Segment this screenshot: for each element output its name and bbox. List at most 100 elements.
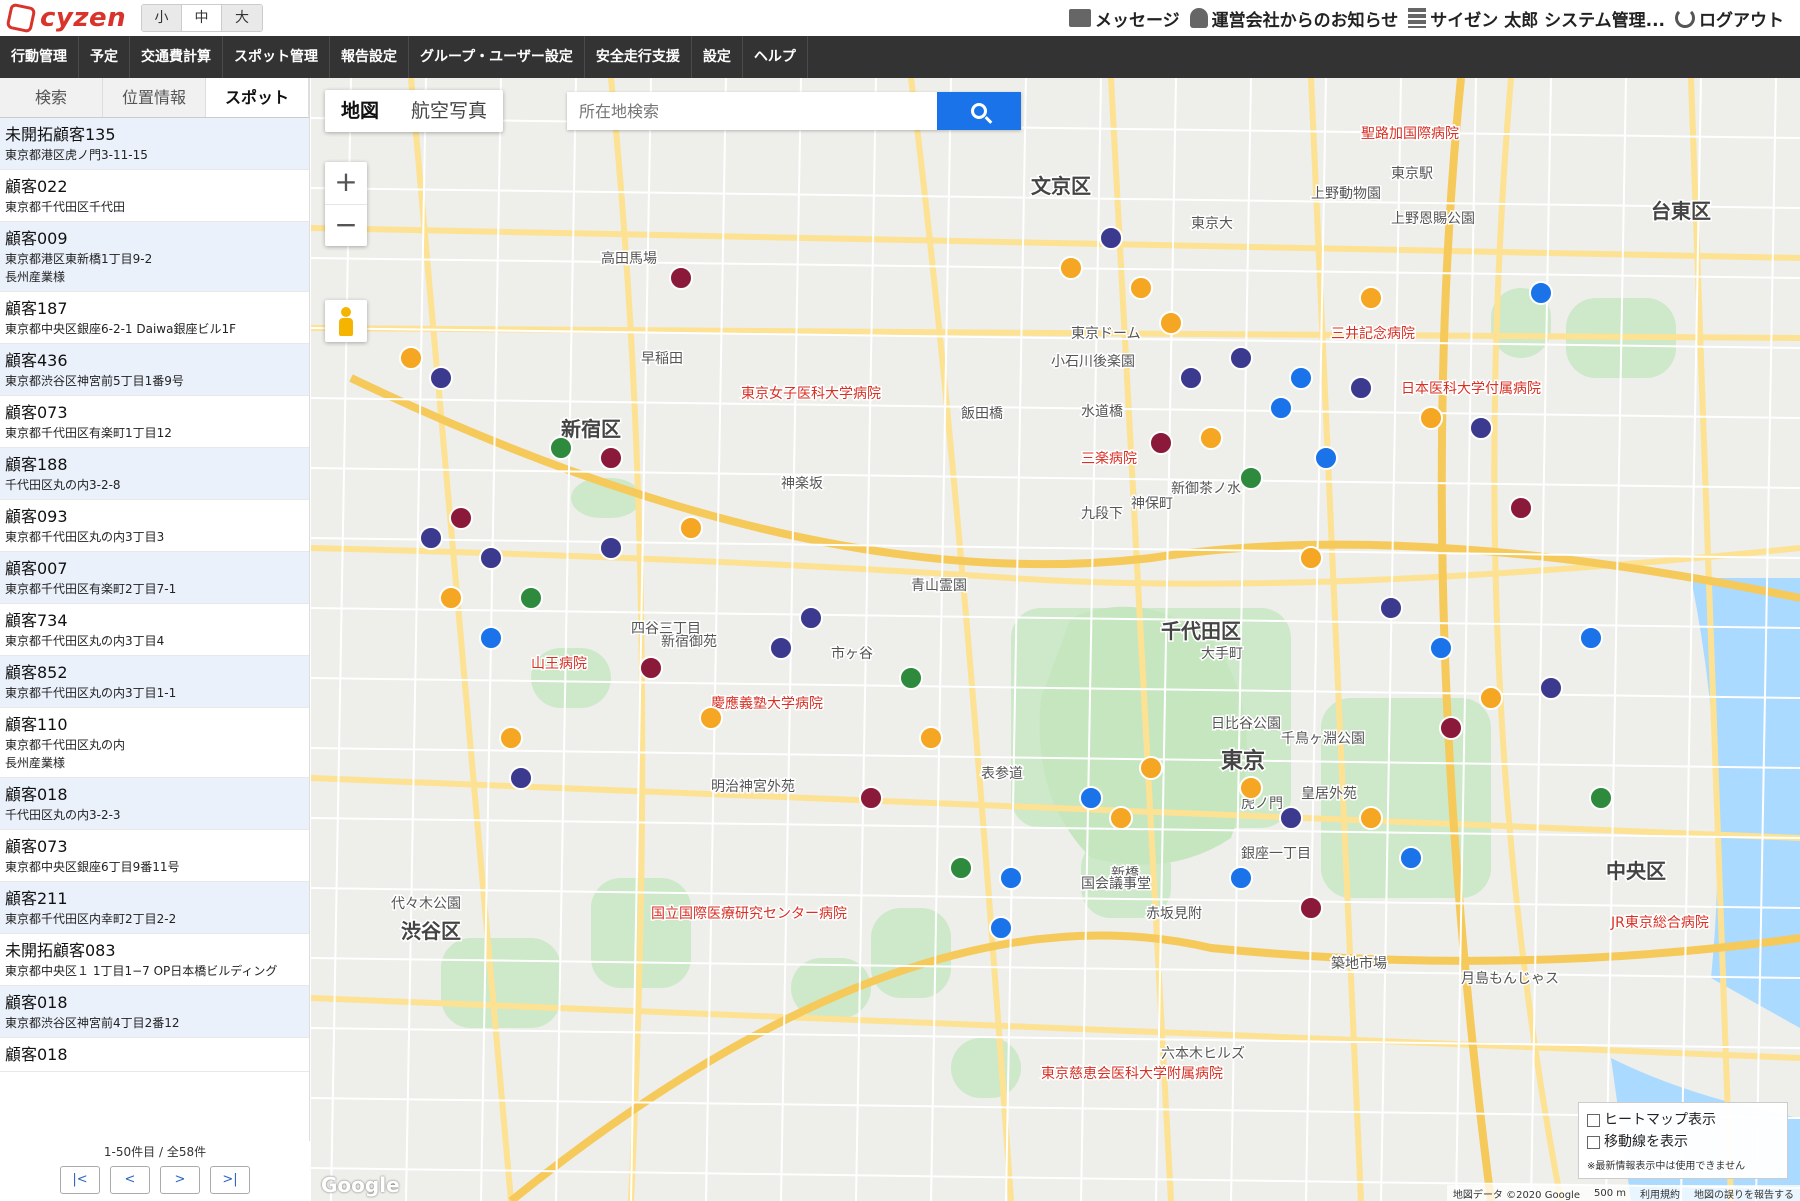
list-item[interactable]: 顧客009 東京都港区東新橋1丁目9-2 長州産業様	[0, 222, 309, 292]
heatmap-option[interactable]: ヒートマップ表示	[1587, 1109, 1779, 1131]
pager-next-button[interactable]: >	[160, 1166, 200, 1194]
list-item[interactable]: 顧客436 東京都渋谷区神宮前5丁目1番9号	[0, 344, 309, 396]
heatmap-checkbox[interactable]	[1587, 1113, 1600, 1127]
map-place-label: 築地市場	[1331, 955, 1387, 972]
spot-marker-icon	[1349, 376, 1373, 400]
message-link[interactable]: メッセージ	[1068, 6, 1180, 31]
spot-address: 東京都千代田区千代田	[5, 200, 126, 214]
address-search	[567, 92, 1021, 130]
user-menu[interactable]: サイゼン 太郎 システム管理...	[1408, 6, 1665, 31]
logout-button[interactable]: ログアウト	[1675, 6, 1784, 31]
google-logo: Google	[321, 1173, 400, 1197]
options-note: ※最新情報表示中は使用できません	[1587, 1161, 1746, 1172]
notice-link[interactable]: 運営会社からのお知らせ	[1189, 6, 1398, 31]
spot-marker-icon	[1399, 846, 1423, 870]
map-place-label: 東京大	[1191, 216, 1233, 232]
map-place-label: 千代田区	[1161, 619, 1241, 643]
list-item[interactable]: 未開拓顧客083 東京都中央区１ 1丁目1−7 OP日本橋ビルディング	[0, 934, 309, 986]
spot-name: 顧客018	[5, 1045, 68, 1064]
spot-marker-icon	[1079, 786, 1103, 810]
nav-item[interactable]: 報告設定	[330, 36, 409, 78]
spot-address: 東京都千代田区内幸町2丁目2-2	[5, 912, 177, 926]
address-search-input[interactable]	[567, 92, 937, 130]
list-item[interactable]: 顧客093 東京都千代田区丸の内3丁目3	[0, 500, 309, 552]
minor-road	[1530, 78, 1552, 1201]
spot-marker-icon	[1314, 446, 1338, 470]
list-item[interactable]: 顧客188 千代田区丸の内3-2-8	[0, 448, 309, 500]
list-item[interactable]: 顧客211 東京都千代田区内幸町2丁目2-2	[0, 882, 309, 934]
route-checkbox[interactable]	[1587, 1135, 1600, 1149]
spot-marker-icon	[1429, 636, 1453, 660]
pager-last-button[interactable]: >|	[210, 1166, 250, 1194]
river-area	[1691, 578, 1800, 1028]
spot-marker-icon	[1179, 366, 1203, 390]
terms-link[interactable]: 利用規約	[1640, 1186, 1680, 1201]
spot-address: 千代田区丸の内3-2-3	[5, 808, 121, 822]
map-place-label: 月島もんじゃス	[1461, 971, 1559, 987]
spot-marker-icon	[429, 366, 453, 390]
nav-item[interactable]: 交通費計算	[130, 36, 223, 78]
map-place-label: 青山霊園	[911, 578, 967, 594]
nav-item[interactable]: 設定	[692, 36, 743, 78]
list-item[interactable]: 顧客734 東京都千代田区丸の内3丁目4	[0, 604, 309, 656]
pager-prev-button[interactable]: <	[110, 1166, 150, 1194]
report-error-link[interactable]: 地図の誤りを報告する	[1694, 1186, 1794, 1201]
pager-first-button[interactable]: |<	[60, 1166, 100, 1194]
zoom-in-button[interactable]: +	[325, 162, 367, 204]
map-place-label: 赤坂見附	[1146, 906, 1202, 922]
map-place-label: 東京駅	[1391, 166, 1433, 182]
list-item[interactable]: 顧客018 東京都渋谷区神宮前4丁目2番12	[0, 986, 309, 1038]
nav-item[interactable]: 予定	[79, 36, 130, 78]
map-place-label: 東京女子医科大学病院	[741, 385, 881, 402]
major-road	[908, 78, 1014, 1201]
nav-item[interactable]: グループ・ユーザー設定	[409, 36, 585, 78]
search-button[interactable]	[937, 92, 1021, 130]
header-actions: メッセージ 運営会社からのお知らせ サイゼン 太郎 システム管理... ログアウ…	[1068, 4, 1784, 32]
list-item[interactable]: 顧客187 東京都中央区銀座6-2-1 Daiwa銀座ビル1F	[0, 292, 309, 344]
cyzen-logo[interactable]: cyzen	[5, 2, 126, 34]
tab-spot[interactable]: スポット	[206, 78, 309, 117]
list-item[interactable]: 顧客073 東京都千代田区有楽町1丁目12	[0, 396, 309, 448]
nav-item[interactable]: ヘルプ	[743, 36, 808, 78]
map-place-label: 国会議事堂	[1081, 875, 1151, 892]
nav-item[interactable]: 行動管理	[0, 36, 79, 78]
list-item[interactable]: 顧客018 千代田区丸の内3-2-3	[0, 778, 309, 830]
map-place-label: 上野動物園	[1311, 186, 1381, 202]
list-item[interactable]: 顧客022 東京都千代田区千代田	[0, 170, 309, 222]
map-type-map-button[interactable]: 地図	[325, 90, 395, 132]
list-item[interactable]: 顧客073 東京都中央区銀座6丁目9番11号	[0, 830, 309, 882]
map-place-label: 代々木公園	[391, 896, 461, 912]
font-size-large[interactable]: 大	[222, 5, 262, 31]
spot-marker-icon	[1229, 346, 1253, 370]
map-canvas[interactable]: 文京区台東区新宿区千代田区渋谷区 中央区 東京大 上野恩賜公園上野動物園小石川後楽園水…	[311, 78, 1800, 1201]
spot-address-note: 長州産業様	[5, 756, 66, 770]
font-size-small[interactable]: 小	[142, 5, 182, 31]
tab-search[interactable]: 検索	[0, 78, 103, 117]
spot-marker-icon	[1469, 416, 1493, 440]
minor-road	[311, 397, 1800, 419]
nav-item[interactable]: スポット管理	[223, 36, 330, 78]
map-place-label: 小石川後楽園	[1051, 354, 1135, 370]
list-item[interactable]: 顧客852 東京都千代田区丸の内3丁目1-1	[0, 656, 309, 708]
minor-road	[311, 117, 1800, 139]
spot-marker-icon	[1439, 716, 1463, 740]
spot-marker-icon	[519, 586, 543, 610]
park-area	[871, 908, 951, 998]
list-item[interactable]: 顧客110 東京都千代田区丸の内 長州産業様	[0, 708, 309, 778]
map-type-satellite-button[interactable]: 航空写真	[395, 90, 503, 132]
route-option[interactable]: 移動線を表示	[1587, 1131, 1779, 1153]
font-size-switcher: 小 中 大	[141, 4, 263, 32]
font-size-medium[interactable]: 中	[182, 5, 222, 31]
list-item[interactable]: 顧客007 東京都千代田区有楽町2丁目7-1	[0, 552, 309, 604]
tab-location[interactable]: 位置情報	[103, 78, 206, 117]
minor-road	[405, 78, 427, 1201]
spot-name: 顧客073	[5, 403, 68, 422]
spot-marker-icon	[799, 606, 823, 630]
list-item[interactable]: 顧客018	[0, 1038, 309, 1072]
spot-marker-icon	[1579, 626, 1603, 650]
zoom-out-button[interactable]: −	[325, 204, 367, 246]
map-area[interactable]: 文京区 台東区 新宿区 千代田区 渋谷区 中央区 東京大 上野恩賜公園 上野動物園 小石川後楽園水…	[311, 78, 1800, 1201]
nav-item[interactable]: 安全走行支援	[585, 36, 692, 78]
list-item[interactable]: 未開拓顧客135 東京都港区虎ノ門3-11-15	[0, 118, 309, 170]
street-view-pegman-icon[interactable]	[325, 300, 367, 342]
